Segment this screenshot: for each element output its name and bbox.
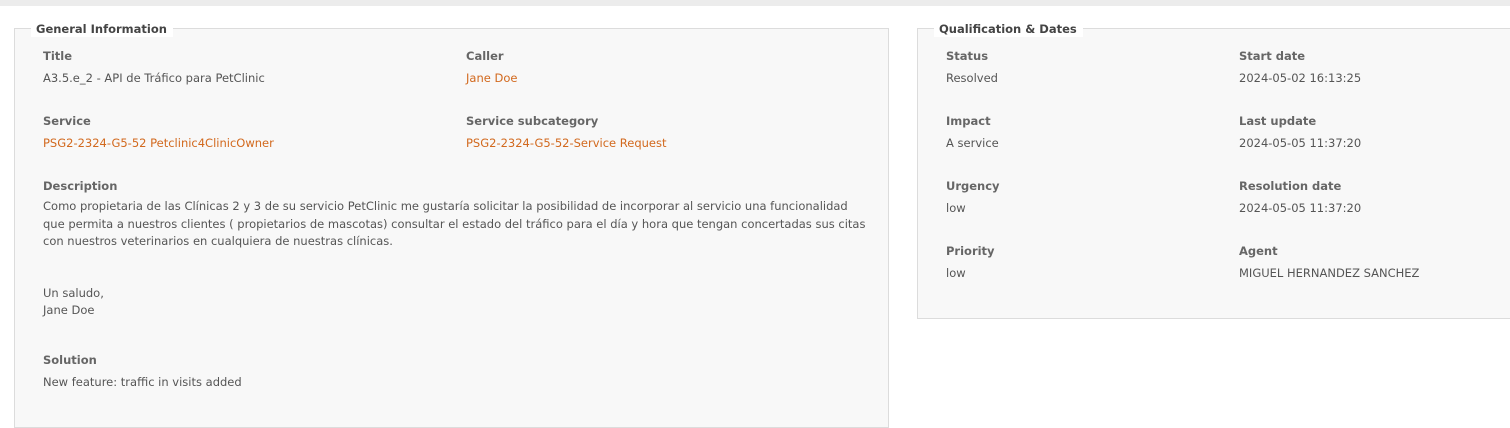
resolution-date-label: Resolution date bbox=[1239, 179, 1342, 193]
top-bar bbox=[0, 0, 1510, 6]
general-information-panel: General Information Title A3.5.e_2 - API… bbox=[14, 21, 889, 428]
description-value: Como propietaria de las Clínicas 2 y 3 d… bbox=[43, 198, 873, 320]
status-field: Status Resolved bbox=[946, 48, 998, 86]
title-value: A3.5.e_2 - API de Tráfico para PetClinic bbox=[43, 71, 265, 85]
qualification-dates-panel: Qualification & Dates Status Resolved St… bbox=[917, 21, 1510, 319]
solution-field: Solution New feature: traffic in visits … bbox=[43, 352, 242, 390]
start-date-value: 2024-05-02 16:13:25 bbox=[1239, 71, 1362, 85]
description-greeting: Un saludo, bbox=[43, 285, 104, 300]
last-update-label: Last update bbox=[1239, 114, 1317, 128]
priority-value: low bbox=[946, 266, 966, 280]
general-information-legend: General Information bbox=[31, 21, 173, 37]
description-paragraph: Como propietaria de las Clínicas 2 y 3 d… bbox=[43, 199, 866, 248]
agent-label: Agent bbox=[1239, 244, 1278, 258]
service-subcategory-label: Service subcategory bbox=[466, 114, 599, 128]
status-label: Status bbox=[946, 49, 989, 63]
last-update-field: Last update 2024-05-05 11:37:20 bbox=[1239, 113, 1361, 151]
qualification-dates-legend: Qualification & Dates bbox=[934, 21, 1083, 37]
start-date-field: Start date 2024-05-02 16:13:25 bbox=[1239, 48, 1361, 86]
caller-label: Caller bbox=[466, 49, 504, 63]
caller-link[interactable]: Jane Doe bbox=[466, 70, 517, 86]
service-label: Service bbox=[43, 114, 91, 128]
title-field: Title A3.5.e_2 - API de Tráfico para Pet… bbox=[43, 48, 265, 86]
title-label: Title bbox=[43, 49, 73, 63]
urgency-value: low bbox=[946, 201, 966, 215]
solution-label: Solution bbox=[43, 353, 97, 367]
caller-field: Caller Jane Doe bbox=[466, 48, 517, 86]
service-link[interactable]: PSG2-2324-G5-52 Petclinic4ClinicOwner bbox=[43, 135, 274, 151]
agent-value: MIGUEL HERNANDEZ SANCHEZ bbox=[1239, 266, 1420, 280]
impact-field: Impact A service bbox=[946, 113, 999, 151]
agent-field: Agent MIGUEL HERNANDEZ SANCHEZ bbox=[1239, 243, 1419, 281]
resolution-date-field: Resolution date 2024-05-05 11:37:20 bbox=[1239, 178, 1361, 216]
priority-label: Priority bbox=[946, 244, 995, 258]
last-update-value: 2024-05-05 11:37:20 bbox=[1239, 136, 1362, 150]
resolution-date-value: 2024-05-05 11:37:20 bbox=[1239, 201, 1362, 215]
status-value: Resolved bbox=[946, 71, 998, 85]
impact-value: A service bbox=[946, 136, 999, 150]
description-field: Description Como propietaria de las Clín… bbox=[43, 178, 873, 320]
description-signature: Jane Doe bbox=[43, 303, 95, 317]
urgency-label: Urgency bbox=[946, 179, 1000, 193]
description-label: Description bbox=[43, 179, 118, 193]
impact-label: Impact bbox=[946, 114, 991, 128]
service-subcategory-link[interactable]: PSG2-2324-G5-52-Service Request bbox=[466, 135, 666, 151]
service-field: Service PSG2-2324-G5-52 Petclinic4Clinic… bbox=[43, 113, 274, 151]
service-subcategory-field: Service subcategory PSG2-2324-G5-52-Serv… bbox=[466, 113, 666, 151]
start-date-label: Start date bbox=[1239, 49, 1306, 63]
solution-value: New feature: traffic in visits added bbox=[43, 375, 242, 389]
priority-field: Priority low bbox=[946, 243, 995, 281]
urgency-field: Urgency low bbox=[946, 178, 1000, 216]
